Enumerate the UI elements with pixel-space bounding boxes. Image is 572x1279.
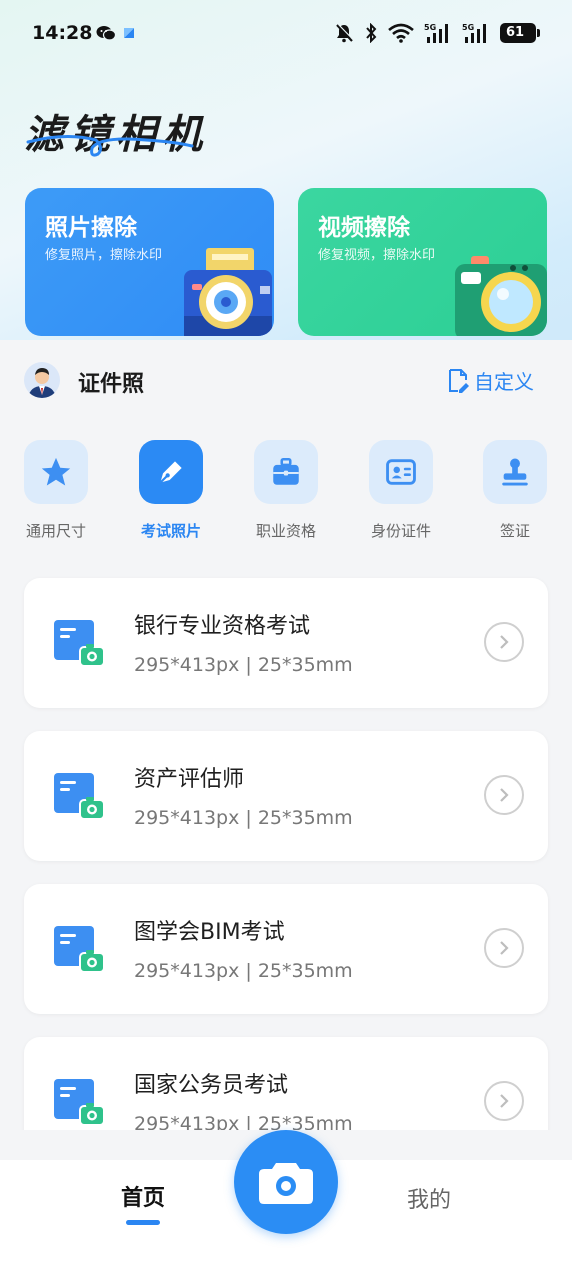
signal-5g-icon: 5G [424, 23, 448, 43]
category-icon-box [483, 440, 547, 504]
tab-professional-qualification[interactable]: 职业资格 [238, 440, 334, 541]
nav-active-indicator [126, 1220, 160, 1225]
id-photo-section: 证件照 自定义 [24, 360, 544, 400]
avatar [24, 362, 60, 398]
chevron-right-button[interactable] [484, 622, 524, 662]
status-icons: 5G 5G 61 [334, 22, 540, 44]
photo-erase-card[interactable]: 照片擦除 修复照片，擦除水印 [25, 188, 274, 336]
chevron-right-icon [500, 941, 509, 955]
pen-icon [159, 461, 182, 484]
battery-level: 61 [506, 25, 525, 40]
wechat-icon [96, 26, 116, 41]
list-item[interactable]: 国家公务员考试 295*413px | 25*35mm [24, 1037, 548, 1130]
item-spec: 295*413px | 25*35mm [134, 807, 353, 829]
bluetooth-icon [366, 23, 377, 43]
tab-exam-photo[interactable]: 考试照片 [123, 440, 219, 541]
item-title: 国家公务员考试 [134, 1073, 289, 1098]
chevron-right-button[interactable] [484, 928, 524, 968]
mute-bell-icon [336, 24, 354, 43]
custom-size-label: 自定义 [474, 370, 534, 394]
photo-erase-title: 照片擦除 [45, 215, 137, 241]
stamp-icon [502, 458, 528, 486]
tab-general-size[interactable]: 通用尺寸 [8, 440, 104, 541]
id-card-icon [386, 459, 416, 485]
tab-visa[interactable]: 签证 [467, 440, 563, 541]
tab-label: 身份证件 [370, 522, 431, 540]
camera-illustration-icon [184, 248, 272, 336]
category-icon-box [254, 440, 318, 504]
chevron-right-icon [500, 788, 509, 802]
status-bar: 14:28 5G 5G 61 [0, 0, 572, 68]
item-spec: 295*413px | 25*35mm [134, 1113, 353, 1130]
chevron-right-button[interactable] [484, 775, 524, 815]
status-time: 14:28 [32, 22, 93, 44]
tab-identity-documents[interactable]: 身份证件 [353, 440, 449, 541]
section-title: 证件照 [78, 372, 145, 397]
list-item[interactable]: 银行专业资格考试 295*413px | 25*35mm [24, 578, 548, 708]
nav-home[interactable]: 首页 [110, 1180, 176, 1212]
category-tabs: 通用尺寸 考试照片 职业资格 身份证件 签证 [24, 440, 548, 550]
exam-list[interactable]: 银行专业资格考试 295*413px | 25*35mm 资产评估师 295*4… [0, 576, 572, 1130]
tab-label: 通用尺寸 [25, 522, 86, 540]
chevron-right-icon [500, 1094, 509, 1108]
category-icon-box [369, 440, 433, 504]
video-camera-illustration-icon [455, 256, 547, 336]
video-erase-subtitle: 修复视频，擦除水印 [318, 248, 436, 263]
chevron-right-button[interactable] [484, 1081, 524, 1121]
item-title: 资产评估师 [134, 767, 245, 792]
item-title: 图学会BIM考试 [134, 920, 285, 945]
tab-label: 职业资格 [255, 522, 316, 540]
app-icon [124, 28, 134, 38]
briefcase-icon [273, 457, 299, 485]
title-swoosh-decoration [26, 134, 194, 157]
wifi-icon [388, 23, 414, 43]
photo-document-icon [54, 926, 105, 973]
item-spec: 295*413px | 25*35mm [134, 654, 353, 676]
tab-label: 考试照片 [140, 522, 201, 540]
battery-icon: 61 [500, 23, 540, 43]
custom-size-button[interactable]: 自定义 [446, 366, 534, 395]
photo-erase-subtitle: 修复照片，擦除水印 [45, 248, 163, 263]
video-erase-title: 视频擦除 [318, 215, 410, 241]
svg-text:5G: 5G [462, 23, 474, 32]
photo-document-icon [54, 620, 105, 667]
category-icon-box [24, 440, 88, 504]
nav-mine[interactable]: 我的 [396, 1182, 462, 1214]
tab-label: 签证 [499, 522, 530, 540]
person-avatar-icon [24, 362, 60, 398]
category-icon-box [139, 440, 203, 504]
list-item[interactable]: 图学会BIM考试 295*413px | 25*35mm [24, 884, 548, 1014]
camera-button[interactable] [234, 1130, 338, 1234]
list-item[interactable]: 资产评估师 295*413px | 25*35mm [24, 731, 548, 861]
svg-text:5G: 5G [424, 23, 436, 32]
photo-document-icon [54, 773, 105, 820]
star-icon [41, 457, 71, 486]
signal-5g-icon: 5G [462, 23, 486, 43]
item-title: 银行专业资格考试 [134, 614, 311, 639]
video-erase-card[interactable]: 视频擦除 修复视频，擦除水印 [298, 188, 547, 336]
edit-document-icon [449, 368, 469, 393]
item-spec: 295*413px | 25*35mm [134, 960, 353, 982]
chevron-right-icon [500, 635, 509, 649]
camera-icon [259, 1163, 313, 1204]
photo-document-icon [54, 1079, 105, 1126]
